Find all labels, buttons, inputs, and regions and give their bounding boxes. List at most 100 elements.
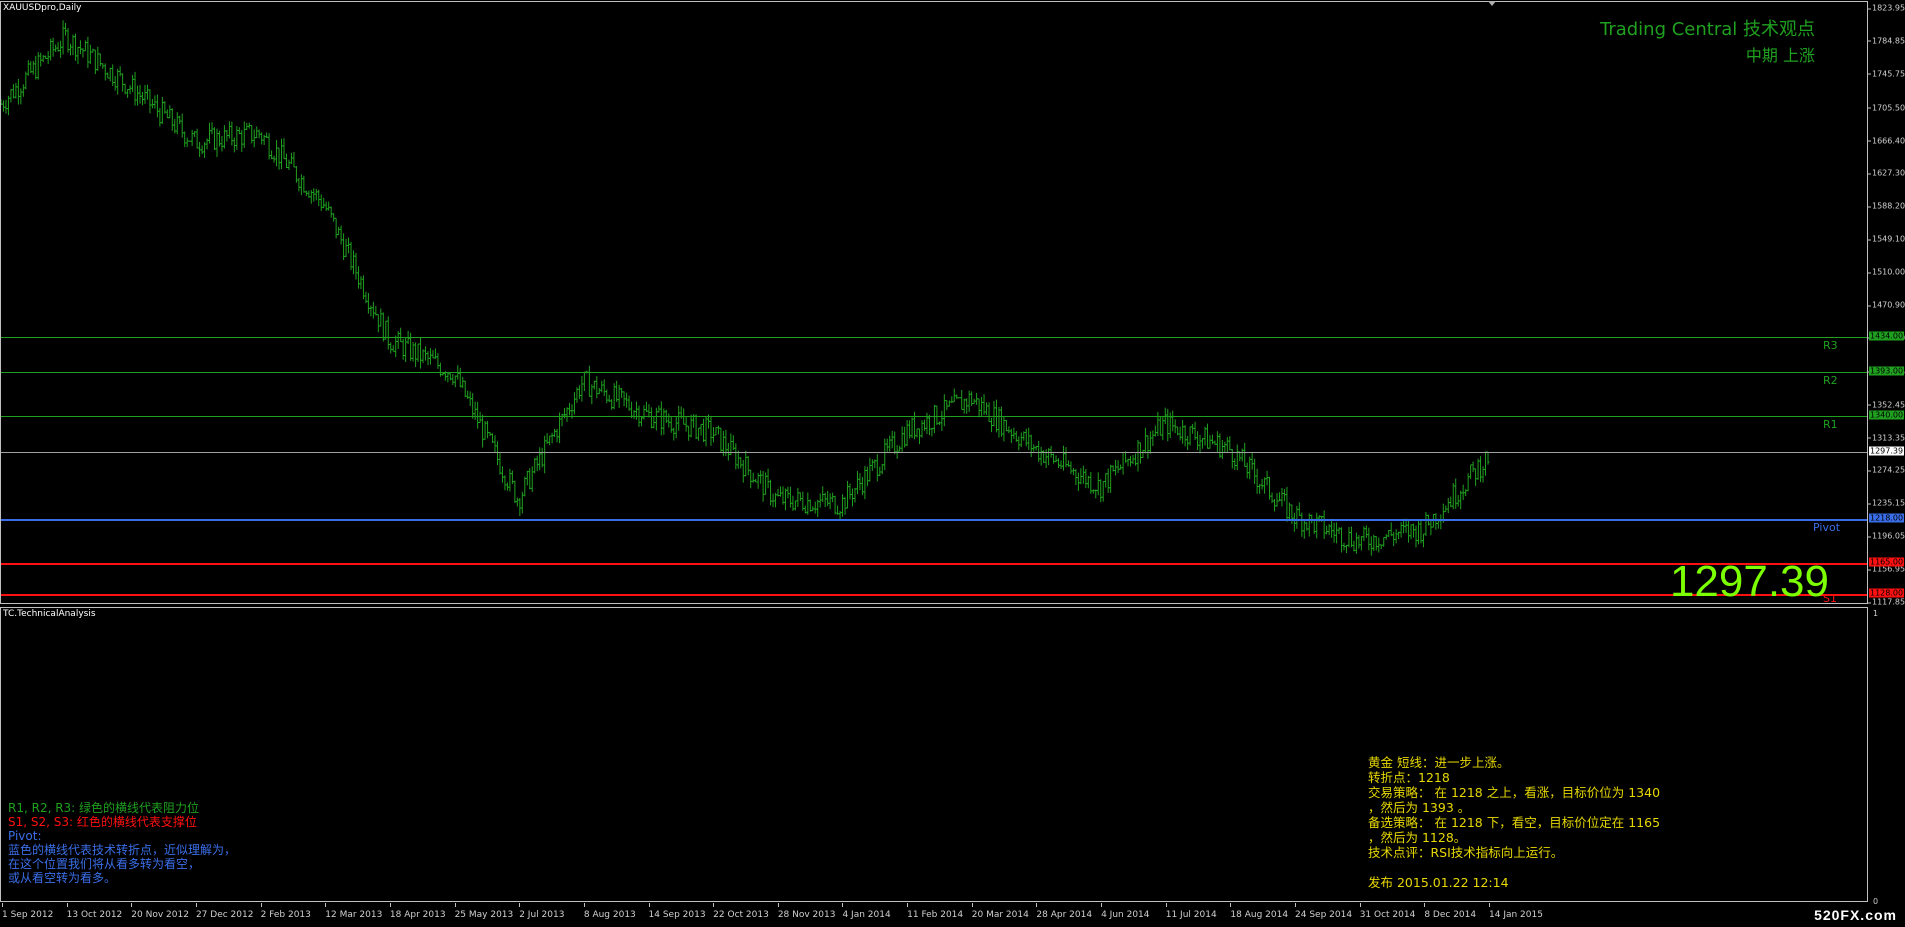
- price-bar: [220, 136, 224, 152]
- price-bar: [1069, 461, 1073, 475]
- price-bar: [1248, 456, 1252, 480]
- chart-shift-marker-icon[interactable]: [1488, 1, 1496, 6]
- price-bar: [1481, 466, 1485, 483]
- level-legend: R1, R2, R3: 绿色的横线代表阻力位 S1, S2, S3: 红色的横线…: [8, 801, 236, 885]
- price-bar: [1218, 433, 1222, 458]
- price-bar: [582, 371, 586, 391]
- price-bar: [1210, 434, 1214, 445]
- price-bar: [999, 406, 1003, 437]
- price-bar: [446, 372, 450, 383]
- level-line: [1, 594, 1867, 597]
- price-tick: 1627.30: [1867, 168, 1905, 178]
- price-bar: [493, 435, 497, 453]
- legend-pivot-line: 在这个位置我们将从看多转为看空，: [8, 857, 201, 871]
- price-bar: [1382, 537, 1386, 547]
- level-line: [1, 518, 1867, 521]
- price-bar: [6, 95, 10, 116]
- price-bar: [592, 380, 596, 390]
- price-bar: [14, 82, 18, 99]
- price-bar: [1484, 451, 1488, 476]
- price-bar: [282, 138, 286, 160]
- price-bar: [880, 463, 884, 475]
- price-bar: [533, 457, 537, 474]
- main-chart-panel[interactable]: XAUUSDpro,Daily R3 R2 R1 Pivot S1 Trading Ce…: [0, 1, 1868, 606]
- price-bar: [178, 115, 182, 124]
- date-tick: 11 Feb 2014: [907, 903, 964, 920]
- price-bar: [1486, 451, 1490, 465]
- price-bar: [126, 89, 130, 98]
- price-bar: [565, 407, 569, 422]
- price-tick: 1588.20: [1867, 201, 1905, 211]
- price-bar: [597, 387, 601, 395]
- price-bar: [615, 380, 619, 402]
- price-bar: [1347, 526, 1351, 548]
- price-bar: [359, 276, 363, 290]
- price-bar: [689, 414, 693, 438]
- level-price-tag: 1393.00: [1869, 366, 1905, 376]
- price-bar: [858, 473, 862, 491]
- price-bar: [813, 501, 817, 514]
- price-bar: [687, 425, 691, 441]
- price-bar: [1054, 455, 1058, 463]
- price-bar: [1399, 522, 1403, 538]
- price-bar: [1076, 472, 1080, 492]
- price-bar: [1297, 502, 1301, 516]
- price-bar: [389, 342, 393, 354]
- price-bar: [746, 456, 750, 476]
- price-bar: [947, 400, 951, 407]
- price-bar: [930, 427, 934, 437]
- price-bar: [801, 491, 805, 511]
- date-axis[interactable]: 1 Sep 2012 13 Oct 2012 20 Nov 2012 27 Dec 2…: [0, 902, 1868, 927]
- level-price-tag: 1340.00: [1869, 410, 1905, 420]
- date-tick: 20 Mar 2014: [971, 903, 1029, 920]
- price-bar: [955, 394, 959, 400]
- price-bar: [699, 423, 703, 436]
- price-axis[interactable]: 1823.95 1784.85 1745.75 1705.50 1666.40 1627.…: [1867, 0, 1905, 905]
- legend-pivot-line: 或从看空转为看多。: [8, 871, 117, 885]
- price-bar: [1459, 490, 1463, 510]
- price-bar: [1340, 527, 1344, 553]
- price-tick: 1117.85: [1867, 597, 1905, 607]
- price-bar: [736, 450, 740, 469]
- price-bar: [1114, 459, 1118, 476]
- price-bar: [394, 335, 398, 358]
- price-bar: [558, 412, 562, 444]
- level-label-pivot: Pivot: [1813, 520, 1841, 534]
- price-bar: [309, 189, 313, 204]
- price-bar: [180, 113, 184, 138]
- price-bar: [1220, 439, 1224, 460]
- price-bar: [334, 217, 338, 239]
- price-bar: [1359, 536, 1363, 551]
- price-bar: [401, 338, 405, 360]
- price-bar: [528, 468, 532, 490]
- price-bar: [103, 63, 107, 81]
- date-tick: 8 Aug 2013: [583, 903, 636, 920]
- price-bar: [1148, 431, 1152, 454]
- date-tick: 20 Nov 2012: [131, 903, 189, 920]
- price-bar: [19, 88, 23, 105]
- price-bar: [1446, 498, 1450, 513]
- price-bar: [535, 455, 539, 472]
- price-bar: [175, 112, 179, 135]
- price-bar: [1349, 526, 1353, 548]
- date-tick: 11 Jul 2014: [1165, 903, 1217, 920]
- price-bar: [155, 94, 159, 118]
- price-bar: [716, 425, 720, 435]
- price-bar: [1029, 434, 1033, 457]
- price-bar: [1228, 436, 1232, 451]
- price-bar: [1330, 518, 1334, 538]
- price-bar: [86, 36, 90, 68]
- price-bar: [1275, 493, 1279, 507]
- price-bar: [133, 71, 137, 106]
- price-bar: [210, 122, 214, 135]
- price-bar: [1451, 482, 1455, 510]
- price-bar: [471, 393, 475, 419]
- price-tick: 1510.00: [1867, 267, 1905, 277]
- price-bar: [672, 427, 676, 441]
- price-bar: [654, 407, 658, 431]
- price-bar: [922, 419, 926, 431]
- price-tick: 1745.75: [1867, 69, 1905, 79]
- price-bar: [525, 470, 529, 486]
- price-bar: [590, 384, 594, 405]
- price-bar: [744, 450, 748, 477]
